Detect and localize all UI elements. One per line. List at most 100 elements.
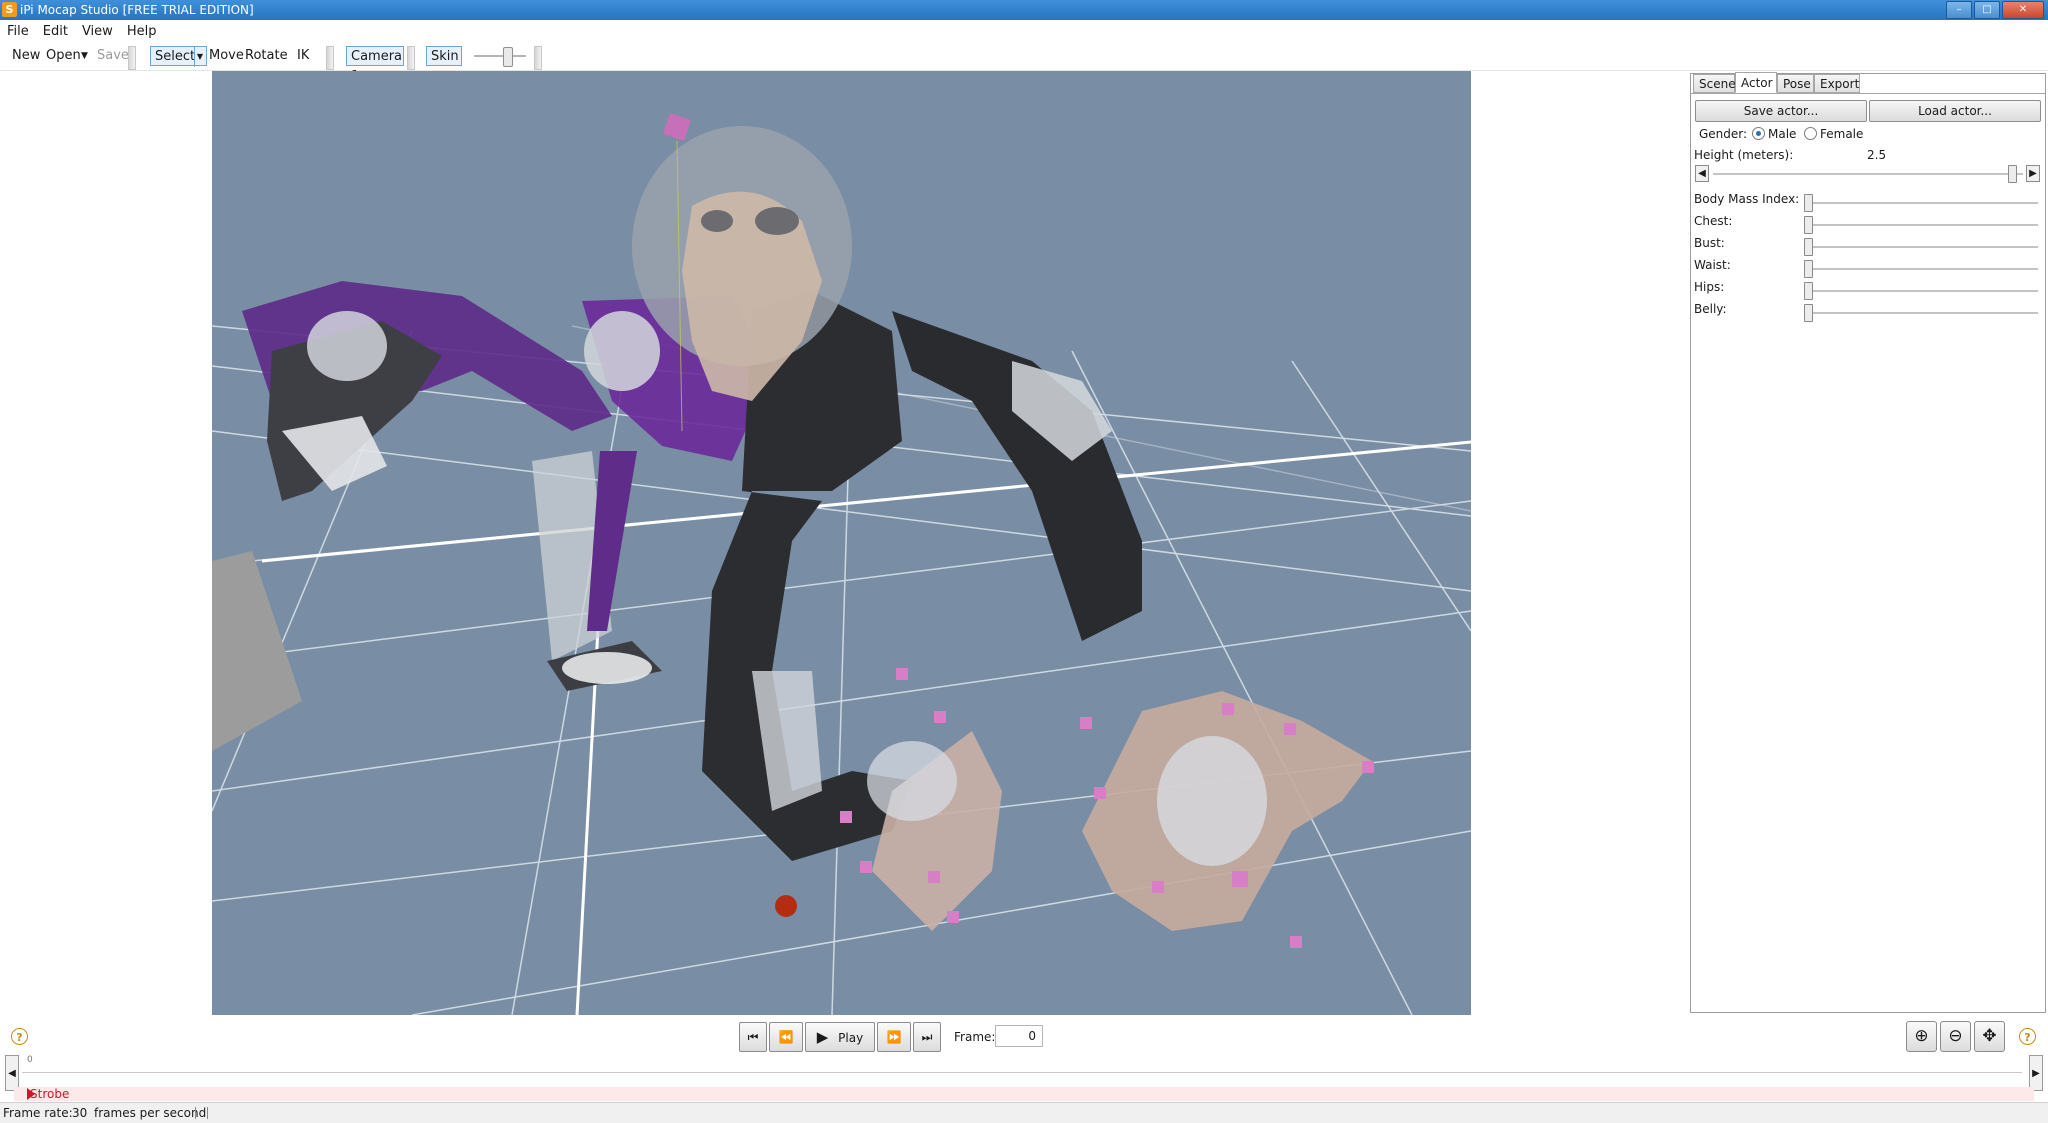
bmi-label: Body Mass Index: [1694,192,1800,206]
height-decrease-arrow[interactable]: ◀ [1695,165,1709,182]
toolbar-grip[interactable] [407,46,415,70]
actor-foot-bone [562,652,652,684]
3d-viewport[interactable] [212,71,1471,1015]
menu-edit[interactable]: Edit [36,22,75,41]
tab-actor[interactable]: Actor [1735,72,1777,93]
timeline-track[interactable] [22,1072,2022,1073]
gender-male-label: Male [1768,127,1797,141]
gender-male-option[interactable]: Male [1752,127,1796,141]
height-track [1713,173,2023,175]
frame-input[interactable]: 0 [995,1025,1043,1047]
toolbar-grip[interactable] [534,46,542,70]
frame-rate-label: Frame rate: [3,1106,73,1120]
minimize-button[interactable]: – [1946,1,1972,19]
belly-label: Belly: [1694,302,1727,316]
belly-track [1806,312,2038,314]
timeline[interactable]: ◀ 0 ▶ [0,1055,2048,1091]
actor-joint-marker [663,113,691,141]
height-label: Height (meters): [1694,148,1794,162]
toolbar-grip[interactable] [326,46,334,70]
actor-panel: Scene Actor Pose Export Save actor... Lo… [1690,72,2046,1013]
zoom-out-button[interactable]: ⊖ [1940,1021,1971,1052]
hips-slider[interactable] [1804,282,1813,300]
maximize-button[interactable]: □ [1974,1,2000,19]
load-actor-button[interactable]: Load actor... [1869,100,2041,122]
scene-render [212,113,1471,1015]
strobe-track[interactable] [14,1087,2034,1101]
scene-target-marker [775,895,797,917]
bust-slider[interactable] [1804,238,1813,256]
menu-view[interactable]: View [75,22,120,41]
select-button[interactable]: Select ▼ [150,46,207,67]
skin-opacity-slider[interactable] [503,47,513,67]
save-actor-button[interactable]: Save actor... [1695,100,1867,122]
bust-track [1806,246,2038,248]
menu-file[interactable]: File [0,22,36,41]
actor-eye [701,210,733,232]
timeline-scroll-left[interactable]: ◀ [5,1055,19,1091]
skin-opacity-track [474,55,526,57]
frame-label: Frame: [954,1030,996,1044]
strobe-label: Strobe [30,1087,70,1101]
zoom-fit-button[interactable]: ✥ [1974,1021,2005,1052]
new-button[interactable]: New [12,47,40,65]
help-icon[interactable]: ? [11,1028,28,1045]
rewind-button[interactable]: ⏪ [769,1022,803,1052]
timeline-scroll-right[interactable]: ▶ [2029,1055,2043,1091]
actor-joint [307,311,387,381]
gender-male-radio[interactable] [1752,127,1765,140]
menu-help[interactable]: Help [120,22,164,41]
move-button[interactable]: Move [209,47,244,65]
bust-label: Bust: [1694,236,1725,250]
rotate-button[interactable]: Rotate [245,47,288,65]
chest-slider[interactable] [1804,216,1813,234]
waist-track [1806,268,2038,270]
gender-female-label: Female [1820,127,1864,141]
timeline-start-tick: 0 [27,1055,33,1065]
ik-button[interactable]: IK [297,47,309,65]
waist-label: Waist: [1694,258,1731,272]
hips-label: Hips: [1694,280,1725,294]
close-button[interactable]: ✕ [2002,1,2044,19]
zoom-in-button[interactable]: ⊕ [1906,1021,1937,1052]
open-button[interactable]: Open [46,47,81,65]
save-button[interactable]: Save [97,47,129,65]
tab-pose[interactable]: Pose [1777,74,1814,93]
toolbar-grip[interactable] [128,46,136,70]
height-increase-arrow[interactable]: ▶ [2026,165,2040,182]
title-bar: S iPi Mocap Studio [FREE TRIAL EDITION] … [0,0,2048,20]
tab-export[interactable]: Export [1814,74,1860,93]
bmi-slider[interactable] [1804,194,1813,212]
hips-track [1806,290,2038,292]
menu-bar: File Edit View Help [0,22,2048,42]
chest-label: Chest: [1694,214,1733,228]
gender-female-option[interactable]: Female [1804,127,1863,141]
bmi-track [1806,202,2038,204]
fast-forward-button[interactable]: ⏩ [877,1022,911,1052]
select-dropdown-icon[interactable]: ▼ [194,47,205,67]
toolbar: New Open ▼ Save Select ▼ Move Rotate IK … [0,42,2048,84]
open-dropdown-icon[interactable]: ▼ [81,47,88,65]
gender-female-radio[interactable] [1804,127,1817,140]
tab-scene[interactable]: Scene [1693,74,1736,93]
play-icon: ▶ [816,1028,829,1046]
status-bar: Frame rate: 30 frames per second [0,1102,2048,1123]
go-to-end-button[interactable]: ⏭ [913,1022,941,1052]
actor-joint [1157,736,1267,866]
actor-joint [867,741,957,821]
window-title: iPi Mocap Studio [FREE TRIAL EDITION] [20,3,254,17]
frame-rate-value[interactable]: 30 [72,1103,87,1123]
help-icon[interactable]: ? [2019,1028,2036,1045]
actor-right-arm [892,311,1142,641]
gender-label: Gender: [1699,127,1748,141]
height-thumb[interactable] [2008,165,2017,183]
camera-select[interactable]: Camera 1 [346,46,404,84]
height-slider[interactable]: ◀ ▶ [1695,165,2040,183]
belly-slider[interactable] [1804,304,1813,322]
play-button[interactable]: ▶ Play [805,1022,875,1052]
waist-slider[interactable] [1804,260,1813,278]
go-to-start-button[interactable]: ⏮ [739,1022,767,1052]
play-label: Play [838,1031,864,1045]
select-label: Select [155,49,196,64]
skin-toggle[interactable]: Skin [426,46,462,66]
